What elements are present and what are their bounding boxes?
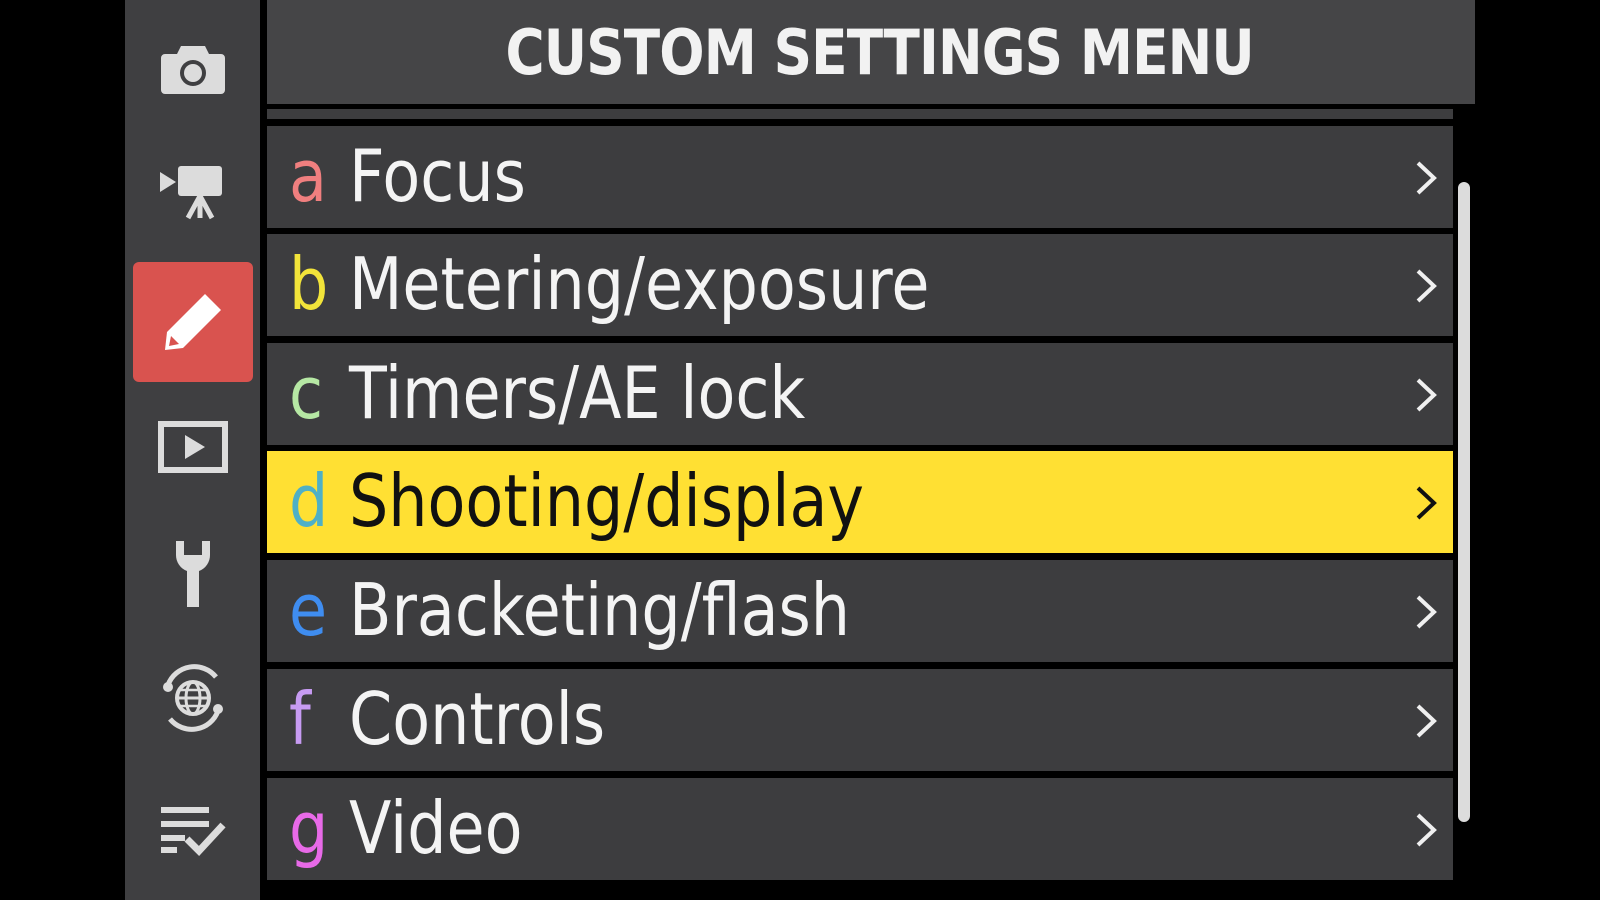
- checklist-icon: [161, 807, 226, 857]
- menu-item-letter: b: [289, 242, 329, 326]
- custom-settings-menu-tab[interactable]: [133, 262, 253, 382]
- menu-item-letter: f: [289, 677, 311, 761]
- menu-item-letter: e: [289, 568, 328, 652]
- menu-item-letter: a: [289, 134, 327, 218]
- menu-tabs-sidebar: [125, 0, 260, 900]
- menu-item-label: Controls: [349, 677, 606, 761]
- menu-item-letter: c: [289, 351, 324, 435]
- chevron-right-icon: [1416, 161, 1437, 195]
- menu-item-label: Focus: [349, 134, 526, 218]
- pencil-icon: [165, 294, 221, 350]
- menu-item-label: Video: [349, 786, 523, 870]
- menu-item-label: Timers/AE lock: [349, 351, 806, 435]
- menu-item-label: Metering/exposure: [349, 242, 930, 326]
- chevron-right-icon: [1416, 595, 1437, 629]
- playback-menu-tab[interactable]: [133, 388, 253, 508]
- menu-item-controls[interactable]: f Controls: [267, 669, 1453, 771]
- wrench-icon: [175, 541, 211, 607]
- chevron-right-icon: [1416, 269, 1437, 303]
- video-recording-menu-tab[interactable]: [133, 132, 253, 252]
- menu-item-shooting-display[interactable]: d Shooting/display: [267, 451, 1453, 553]
- camera-icon: [161, 46, 225, 94]
- menu-header: CUSTOM SETTINGS MENU: [267, 0, 1475, 104]
- chevron-right-icon: [1416, 378, 1437, 412]
- setup-menu-tab[interactable]: [133, 514, 253, 634]
- playback-icon: [158, 421, 228, 473]
- movie-camera-icon: [160, 166, 222, 220]
- photo-shooting-menu-tab[interactable]: [133, 8, 253, 128]
- my-menu-tab[interactable]: [133, 770, 253, 890]
- chevron-right-icon: [1416, 486, 1437, 520]
- chevron-right-icon: [1416, 813, 1437, 847]
- menu-item-metering-exposure[interactable]: b Metering/exposure: [267, 234, 1453, 336]
- menu-item-letter: g: [289, 786, 329, 870]
- globe-network-icon: [163, 664, 223, 732]
- menu-item-video[interactable]: g Video: [267, 778, 1453, 880]
- chevron-right-icon: [1416, 704, 1437, 738]
- menu-item-timers-ae-lock[interactable]: c Timers/AE lock: [267, 343, 1453, 445]
- camera-menu-screen: CUSTOM SETTINGS MENU a Focus b Metering/…: [0, 0, 1600, 900]
- menu-item-label: Shooting/display: [349, 459, 865, 543]
- menu-item-bracketing-flash[interactable]: e Bracketing/flash: [267, 560, 1453, 662]
- page-title: CUSTOM SETTINGS MENU: [505, 15, 1254, 89]
- menu-item-letter: d: [289, 459, 329, 543]
- network-menu-tab[interactable]: [133, 638, 253, 758]
- scrollbar[interactable]: [1458, 182, 1470, 822]
- header-divider: [267, 109, 1453, 119]
- menu-item-label: Bracketing/flash: [349, 568, 851, 652]
- menu-item-focus[interactable]: a Focus: [267, 126, 1453, 228]
